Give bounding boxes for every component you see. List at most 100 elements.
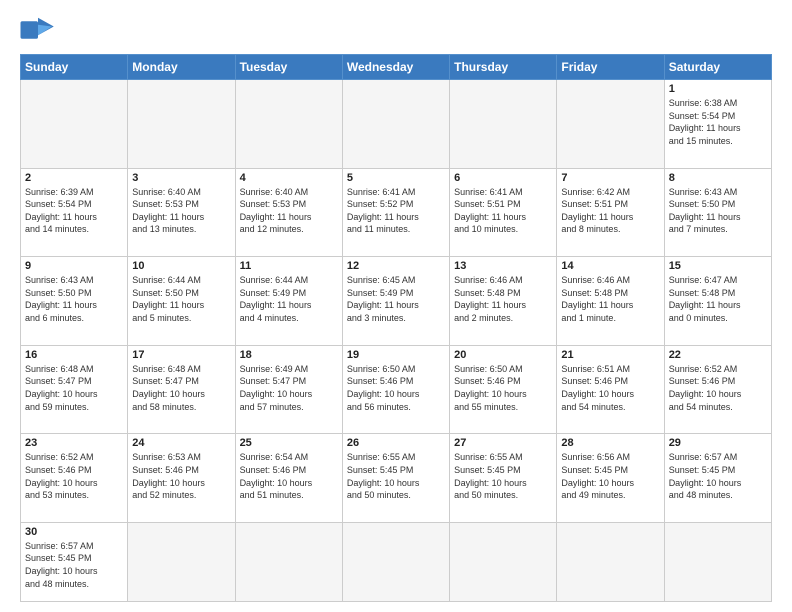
calendar-row-2: 2Sunrise: 6:39 AM Sunset: 5:54 PM Daylig… — [21, 168, 772, 257]
day-info: Sunrise: 6:46 AM Sunset: 5:48 PM Dayligh… — [561, 274, 659, 324]
day-number: 15 — [669, 260, 767, 272]
day-number: 9 — [25, 260, 123, 272]
day-info: Sunrise: 6:41 AM Sunset: 5:51 PM Dayligh… — [454, 186, 552, 236]
day-number: 2 — [25, 172, 123, 184]
day-number: 29 — [669, 437, 767, 449]
weekday-header-wednesday: Wednesday — [342, 55, 449, 80]
calendar-cell: 17 Sunrise: 6:48 AM Sunset: 5:47 PM Dayli… — [128, 345, 235, 434]
day-info: Sunrise: 6:56 AM Sunset: 5:45 PM Dayligh… — [561, 451, 659, 501]
calendar-cell: 28 Sunrise: 6:56 AM Sunset: 5:45 PM Dayli… — [557, 434, 664, 523]
logo-icon — [20, 16, 56, 44]
calendar-cell: 30 Sunrise: 6:57 AM Sunset: 5:45 PM Dayli… — [21, 522, 128, 601]
calendar-cell: 20 Sunrise: 6:50 AM Sunset: 5:46 PM Dayli… — [450, 345, 557, 434]
calendar-cell — [450, 80, 557, 169]
calendar-row-4: 16 Sunrise: 6:48 AM Sunset: 5:47 PM Dayli… — [21, 345, 772, 434]
day-number: 30 — [25, 526, 123, 538]
day-info: Sunrise: 6:40 AM Sunset: 5:53 PM Dayligh… — [240, 186, 338, 236]
calendar-cell: 7Sunrise: 6:42 AM Sunset: 5:51 PM Daylig… — [557, 168, 664, 257]
calendar-cell — [21, 80, 128, 169]
day-info: Sunrise: 6:55 AM Sunset: 5:45 PM Dayligh… — [347, 451, 445, 501]
calendar-cell — [342, 80, 449, 169]
day-info: Sunrise: 6:53 AM Sunset: 5:46 PM Dayligh… — [132, 451, 230, 501]
day-info: Sunrise: 6:57 AM Sunset: 5:45 PM Dayligh… — [25, 540, 123, 590]
calendar-row-6: 30 Sunrise: 6:57 AM Sunset: 5:45 PM Dayli… — [21, 522, 772, 601]
calendar-cell: 9 Sunrise: 6:43 AM Sunset: 5:50 PM Daylig… — [21, 257, 128, 346]
calendar-cell: 10 Sunrise: 6:44 AM Sunset: 5:50 PM Dayli… — [128, 257, 235, 346]
calendar-cell: 6Sunrise: 6:41 AM Sunset: 5:51 PM Daylig… — [450, 168, 557, 257]
logo — [20, 16, 60, 44]
day-number: 1 — [669, 83, 767, 95]
calendar-cell — [235, 522, 342, 601]
weekday-header-friday: Friday — [557, 55, 664, 80]
day-info: Sunrise: 6:43 AM Sunset: 5:50 PM Dayligh… — [25, 274, 123, 324]
calendar-cell: 8Sunrise: 6:43 AM Sunset: 5:50 PM Daylig… — [664, 168, 771, 257]
day-number: 26 — [347, 437, 445, 449]
calendar-cell: 26 Sunrise: 6:55 AM Sunset: 5:45 PM Dayli… — [342, 434, 449, 523]
calendar-cell: 15 Sunrise: 6:47 AM Sunset: 5:48 PM Dayli… — [664, 257, 771, 346]
day-info: Sunrise: 6:38 AM Sunset: 5:54 PM Dayligh… — [669, 97, 767, 147]
calendar-cell — [557, 522, 664, 601]
calendar-cell: 1 Sunrise: 6:38 AM Sunset: 5:54 PM Daylig… — [664, 80, 771, 169]
day-number: 19 — [347, 349, 445, 361]
day-number: 23 — [25, 437, 123, 449]
calendar-cell — [664, 522, 771, 601]
day-info: Sunrise: 6:55 AM Sunset: 5:45 PM Dayligh… — [454, 451, 552, 501]
day-info: Sunrise: 6:57 AM Sunset: 5:45 PM Dayligh… — [669, 451, 767, 501]
calendar-cell: 29 Sunrise: 6:57 AM Sunset: 5:45 PM Dayli… — [664, 434, 771, 523]
calendar-cell: 16 Sunrise: 6:48 AM Sunset: 5:47 PM Dayli… — [21, 345, 128, 434]
day-info: Sunrise: 6:44 AM Sunset: 5:49 PM Dayligh… — [240, 274, 338, 324]
day-number: 7 — [561, 172, 659, 184]
day-number: 13 — [454, 260, 552, 272]
day-number: 14 — [561, 260, 659, 272]
day-number: 21 — [561, 349, 659, 361]
weekday-header-monday: Monday — [128, 55, 235, 80]
calendar-cell: 5 Sunrise: 6:41 AM Sunset: 5:52 PM Daylig… — [342, 168, 449, 257]
day-info: Sunrise: 6:52 AM Sunset: 5:46 PM Dayligh… — [669, 363, 767, 413]
day-number: 25 — [240, 437, 338, 449]
calendar-cell — [128, 522, 235, 601]
calendar-row-3: 9 Sunrise: 6:43 AM Sunset: 5:50 PM Daylig… — [21, 257, 772, 346]
day-number: 3 — [132, 172, 230, 184]
day-info: Sunrise: 6:45 AM Sunset: 5:49 PM Dayligh… — [347, 274, 445, 324]
calendar-cell: 18 Sunrise: 6:49 AM Sunset: 5:47 PM Dayli… — [235, 345, 342, 434]
day-info: Sunrise: 6:47 AM Sunset: 5:48 PM Dayligh… — [669, 274, 767, 324]
day-number: 5 — [347, 172, 445, 184]
day-info: Sunrise: 6:41 AM Sunset: 5:52 PM Dayligh… — [347, 186, 445, 236]
day-info: Sunrise: 6:50 AM Sunset: 5:46 PM Dayligh… — [454, 363, 552, 413]
day-number: 12 — [347, 260, 445, 272]
day-info: Sunrise: 6:48 AM Sunset: 5:47 PM Dayligh… — [132, 363, 230, 413]
page: SundayMondayTuesdayWednesdayThursdayFrid… — [0, 0, 792, 612]
calendar-cell: 11Sunrise: 6:44 AM Sunset: 5:49 PM Dayli… — [235, 257, 342, 346]
day-number: 17 — [132, 349, 230, 361]
calendar-cell — [557, 80, 664, 169]
header — [20, 16, 772, 44]
day-number: 4 — [240, 172, 338, 184]
calendar-table: SundayMondayTuesdayWednesdayThursdayFrid… — [20, 54, 772, 602]
calendar-row-1: 1 Sunrise: 6:38 AM Sunset: 5:54 PM Daylig… — [21, 80, 772, 169]
day-info: Sunrise: 6:48 AM Sunset: 5:47 PM Dayligh… — [25, 363, 123, 413]
day-number: 28 — [561, 437, 659, 449]
calendar-cell: 4 Sunrise: 6:40 AM Sunset: 5:53 PM Daylig… — [235, 168, 342, 257]
weekday-header-tuesday: Tuesday — [235, 55, 342, 80]
day-number: 16 — [25, 349, 123, 361]
calendar-cell: 12 Sunrise: 6:45 AM Sunset: 5:49 PM Dayli… — [342, 257, 449, 346]
calendar-cell: 21Sunrise: 6:51 AM Sunset: 5:46 PM Dayli… — [557, 345, 664, 434]
day-number: 24 — [132, 437, 230, 449]
calendar-cell: 2Sunrise: 6:39 AM Sunset: 5:54 PM Daylig… — [21, 168, 128, 257]
day-number: 20 — [454, 349, 552, 361]
day-info: Sunrise: 6:49 AM Sunset: 5:47 PM Dayligh… — [240, 363, 338, 413]
calendar-cell: 27Sunrise: 6:55 AM Sunset: 5:45 PM Dayli… — [450, 434, 557, 523]
day-number: 22 — [669, 349, 767, 361]
weekday-header-sunday: Sunday — [21, 55, 128, 80]
day-number: 18 — [240, 349, 338, 361]
day-info: Sunrise: 6:44 AM Sunset: 5:50 PM Dayligh… — [132, 274, 230, 324]
weekday-header-thursday: Thursday — [450, 55, 557, 80]
day-info: Sunrise: 6:54 AM Sunset: 5:46 PM Dayligh… — [240, 451, 338, 501]
calendar-cell: 19Sunrise: 6:50 AM Sunset: 5:46 PM Dayli… — [342, 345, 449, 434]
weekday-header-row: SundayMondayTuesdayWednesdayThursdayFrid… — [21, 55, 772, 80]
calendar-cell: 14 Sunrise: 6:46 AM Sunset: 5:48 PM Dayli… — [557, 257, 664, 346]
day-number: 10 — [132, 260, 230, 272]
calendar-cell: 25 Sunrise: 6:54 AM Sunset: 5:46 PM Dayli… — [235, 434, 342, 523]
day-info: Sunrise: 6:46 AM Sunset: 5:48 PM Dayligh… — [454, 274, 552, 324]
calendar-cell — [450, 522, 557, 601]
